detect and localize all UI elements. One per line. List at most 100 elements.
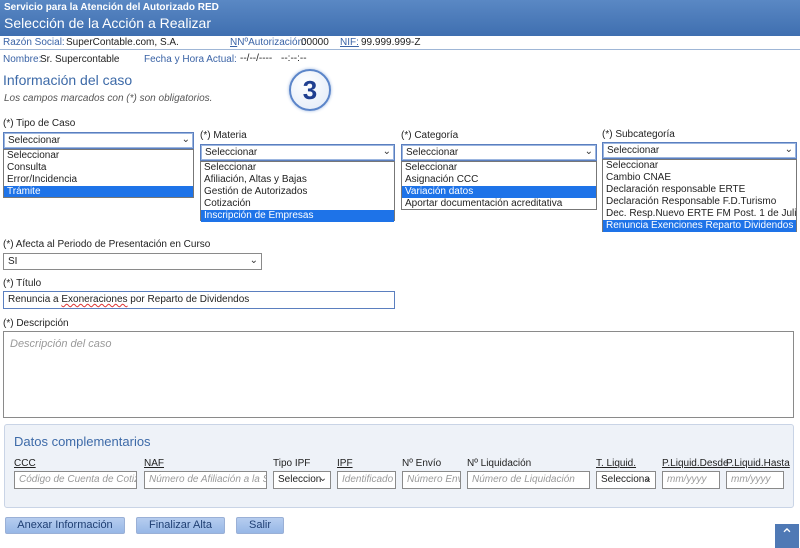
case-section-title: Información del caso xyxy=(3,72,133,88)
tipo-caso-select[interactable]: Seleccionar ⌄ xyxy=(3,132,194,149)
fecha-value: --/--/---- xyxy=(240,53,273,64)
periodo-hasta-label: P.Liquid.Hasta xyxy=(726,458,790,469)
tipo-caso-dropdown[interactable]: Seleccionar Consulta Error/Incidencia Tr… xyxy=(3,149,194,198)
subcategoria-select[interactable]: Seleccionar ⌄ xyxy=(602,142,797,159)
autorizacion-label-text: NºAutorización: xyxy=(237,37,306,48)
subcategoria-option[interactable]: Seleccionar xyxy=(603,160,796,172)
tipo-ipf-select[interactable]: Seleccion ⌄ xyxy=(273,471,331,489)
periodo-desde-input[interactable]: mm/yyyy xyxy=(662,471,720,489)
fecha-label: Fecha y Hora Actual: xyxy=(144,54,237,65)
page-title: Selección de la Acción a Realizar xyxy=(4,15,212,31)
hora-value: --:--:-- xyxy=(281,53,307,64)
descripcion-textarea[interactable]: Descripción del caso xyxy=(3,331,794,418)
titulo-value-misspelled: Exoneraciones xyxy=(61,294,128,305)
periodo-desde-label: P.Liquid.Desde xyxy=(662,458,729,469)
naf-label: NAF xyxy=(144,458,164,469)
chevron-down-icon: ⌄ xyxy=(181,134,190,145)
tipo-liquidacion-selected: Selecciona xyxy=(601,474,650,485)
titulo-value-pre: Renuncia a xyxy=(8,294,62,305)
categoria-option-highlighted[interactable]: Variación datos xyxy=(402,186,596,198)
naf-placeholder: Número de Afiliación a la Se xyxy=(149,474,267,485)
tipo-liquidacion-label: T. Liquid. xyxy=(596,458,637,469)
categoria-option[interactable]: Aportar documentación acreditativa xyxy=(402,198,596,210)
ccc-input[interactable]: Código de Cuenta de Cotiza xyxy=(14,471,137,489)
chevron-down-icon: ⌄ xyxy=(249,255,258,266)
tipo-option[interactable]: Consulta xyxy=(4,162,193,174)
afecta-label: (*) Afecta al Periodo de Presentación en… xyxy=(3,239,211,250)
scroll-to-top-button[interactable]: ⌃ xyxy=(775,524,799,548)
liquidacion-placeholder: Número de Liquidación xyxy=(472,474,575,485)
afecta-select[interactable]: SI ⌄ xyxy=(3,253,262,270)
materia-label: (*) Materia xyxy=(200,130,247,141)
complementarios-title: Datos complementarios xyxy=(14,434,151,449)
required-note: Los campos marcados con (*) son obligato… xyxy=(4,93,213,104)
finalizar-alta-button[interactable]: Finalizar Alta xyxy=(136,517,225,534)
chevron-down-icon: ⌄ xyxy=(318,473,327,484)
materia-option[interactable]: Gestión de Autorizados xyxy=(201,186,394,198)
subcategoria-option[interactable]: Cambio CNAE xyxy=(603,172,796,184)
materia-select[interactable]: Seleccionar ⌄ xyxy=(200,144,395,161)
categoria-label: (*) Categoría xyxy=(401,130,459,141)
subcategoria-option[interactable]: Declaración responsable ERTE xyxy=(603,184,796,196)
envio-input[interactable]: Número Env xyxy=(402,471,461,489)
materia-option[interactable]: Cotización xyxy=(201,198,394,210)
ccc-placeholder: Código de Cuenta de Cotiza xyxy=(19,474,137,485)
categoria-option[interactable]: Seleccionar xyxy=(402,162,596,174)
tipo-option-highlighted[interactable]: Trámite xyxy=(4,186,193,197)
titulo-value-post: por Reparto de Dividendos xyxy=(127,294,250,305)
descripcion-placeholder: Descripción del caso xyxy=(10,338,112,350)
app-header: Servicio para la Atención del Autorizado… xyxy=(0,0,800,36)
step-badge: 3 xyxy=(289,69,331,111)
nif-value: 99.999.999-Z xyxy=(361,37,421,48)
anexar-informacion-button[interactable]: Anexar Información xyxy=(5,517,125,534)
ipf-label: IPF xyxy=(337,458,353,469)
categoria-select[interactable]: Seleccionar ⌄ xyxy=(401,144,597,161)
subcategoria-option[interactable]: Dec. Resp.Nuevo ERTE FM Post. 1 de Julio xyxy=(603,208,796,220)
info-bar: Razón Social: SuperContable.com, S.A. NN… xyxy=(0,36,800,50)
razon-social-value: SuperContable.com, S.A. xyxy=(66,37,179,48)
tipo-caso-selected: Seleccionar xyxy=(8,135,61,146)
liquidacion-input[interactable]: Número de Liquidación xyxy=(467,471,590,489)
categoria-selected: Seleccionar xyxy=(406,147,459,158)
chevron-down-icon: ⌄ xyxy=(584,146,593,157)
titulo-input[interactable]: Renuncia a Exoneraciones por Reparto de … xyxy=(3,291,395,309)
envio-placeholder: Número Env xyxy=(407,474,461,485)
chevron-down-icon: ⌄ xyxy=(784,144,793,155)
materia-dropdown[interactable]: Seleccionar Afiliación, Altas y Bajas Ge… xyxy=(200,161,395,222)
periodo-hasta-input[interactable]: mm/yyyy xyxy=(726,471,784,489)
periodo-desde-placeholder: mm/yyyy xyxy=(667,474,707,485)
categoria-dropdown[interactable]: Seleccionar Asignación CCC Variación dat… xyxy=(401,161,597,210)
subcategoria-dropdown[interactable]: Seleccionar Cambio CNAE Declaración resp… xyxy=(602,159,797,232)
datos-complementarios-panel: Datos complementarios CCC Código de Cuen… xyxy=(4,424,794,508)
naf-input[interactable]: Número de Afiliación a la Se xyxy=(144,471,267,489)
descripcion-label: (*) Descripción xyxy=(3,318,69,329)
tipo-liquidacion-select[interactable]: Selecciona ⌄ xyxy=(596,471,656,489)
materia-selected: Seleccionar xyxy=(205,147,258,158)
tipo-option[interactable]: Error/Incidencia xyxy=(4,174,193,186)
nombre-label: Nombre: xyxy=(3,54,42,65)
materia-option[interactable]: Seleccionar xyxy=(201,162,394,174)
ccc-label: CCC xyxy=(14,458,36,469)
nombre-value: Sr. Supercontable xyxy=(40,54,120,65)
materia-option-highlighted[interactable]: Inscripción de Empresas xyxy=(201,210,394,222)
chevron-up-icon: ⌃ xyxy=(780,527,794,544)
autorizacion-value: 00000 xyxy=(301,37,329,48)
tipo-ipf-label-text: Tipo IPF xyxy=(273,458,311,469)
tipo-option[interactable]: Seleccionar xyxy=(4,150,193,162)
envio-label: Nº Envío xyxy=(402,458,442,469)
subcategoria-option[interactable]: Declaración Responsable F.D.Turismo xyxy=(603,196,796,208)
razon-social-label: Razón Social: xyxy=(3,37,65,48)
categoria-option[interactable]: Asignación CCC xyxy=(402,174,596,186)
afecta-selected: SI xyxy=(8,256,18,267)
subcategoria-option-highlighted[interactable]: Renuncia Exenciones Reparto Dividendos xyxy=(603,220,796,232)
materia-option[interactable]: Afiliación, Altas y Bajas xyxy=(201,174,394,186)
tipo-caso-label: (*) Tipo de Caso xyxy=(3,118,76,129)
titulo-label: (*) Título xyxy=(3,278,42,289)
chevron-down-icon: ⌄ xyxy=(643,473,652,484)
tipo-ipf-selected: Seleccion xyxy=(278,474,322,485)
subcategoria-label: (*) Subcategoría xyxy=(602,129,675,140)
salir-button[interactable]: Salir xyxy=(236,517,284,534)
ipf-input[interactable]: Identificado xyxy=(337,471,396,489)
nif-label: NIF: xyxy=(340,37,359,48)
autorizacion-label: NNºAutorización: xyxy=(230,37,306,48)
